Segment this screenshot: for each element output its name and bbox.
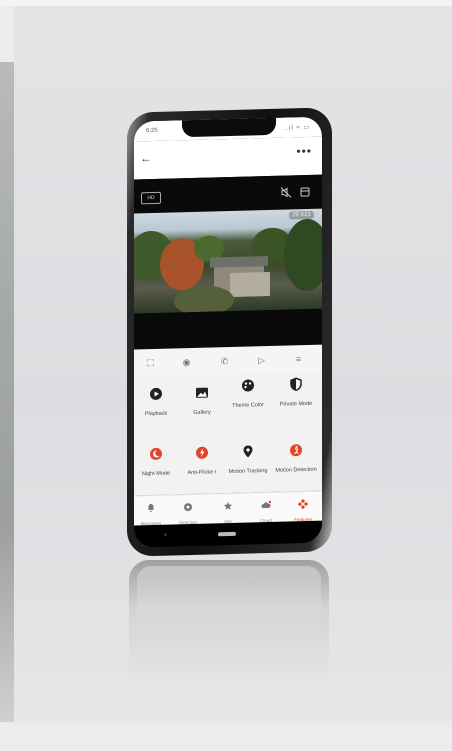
- feature-label: Motion Tracking: [228, 468, 268, 476]
- feature-label: Playback: [144, 410, 168, 418]
- record-icon[interactable]: ▷: [255, 354, 268, 366]
- fullscreen-icon[interactable]: ⛶: [144, 357, 157, 369]
- sd-card-icon[interactable]: [299, 186, 311, 198]
- shrub: [174, 284, 234, 314]
- image-icon: [196, 387, 208, 398]
- anti-flicker-icon: [196, 446, 208, 459]
- feature-night-mode[interactable]: Night Mode: [134, 446, 178, 478]
- feature-private-mode[interactable]: Private Mode: [274, 377, 318, 409]
- star-icon: [223, 501, 233, 510]
- hd-quality-button[interactable]: HD: [141, 191, 161, 205]
- smartphone: 6:25 ..ıl ≈ ▭ ← ••• HD 29 X21 ⛶ ◉ ✆ ▷ ≡ …: [127, 107, 332, 557]
- expand-icon[interactable]: ≡: [292, 353, 305, 365]
- system-navigation-bar: ‹: [134, 520, 322, 548]
- tree: [284, 218, 322, 292]
- play-circle-icon: [150, 387, 162, 400]
- video-area: HD 29 X21: [134, 174, 322, 350]
- cloud-icon: [261, 500, 272, 509]
- phone-reflection: [129, 560, 329, 680]
- nav-direction[interactable]: Direction: [173, 499, 203, 526]
- system-back-icon[interactable]: ‹: [164, 530, 167, 539]
- status-icons: ..ıl ≈ ▭: [283, 124, 310, 132]
- feature-gallery[interactable]: Gallery: [180, 385, 224, 417]
- features-icon: [297, 498, 309, 510]
- house: [230, 271, 270, 297]
- more-options-icon[interactable]: •••: [296, 144, 312, 158]
- motion-detection-icon: [290, 444, 302, 457]
- palette-icon: [242, 379, 254, 392]
- backdrop-left-edge: [0, 62, 14, 722]
- phone-screen: 6:25 ..ıl ≈ ▭ ← ••• HD 29 X21 ⛶ ◉ ✆ ▷ ≡ …: [134, 116, 322, 548]
- status-time: 6:25: [146, 127, 158, 135]
- speaker-mute-icon[interactable]: [280, 186, 292, 198]
- features-grid: Playback Gallery Theme Color Private Mod…: [134, 372, 322, 496]
- location-pin-icon: [243, 445, 253, 458]
- feature-motion-detection[interactable]: Motion Detection: [274, 443, 318, 475]
- video-timestamp: 29 X21: [288, 210, 314, 220]
- bell-icon: [148, 504, 154, 513]
- call-icon[interactable]: ✆: [218, 355, 231, 367]
- direction-icon: [184, 503, 192, 512]
- feature-motion-tracking[interactable]: Motion Tracking: [226, 444, 270, 476]
- nav-cloud[interactable]: Cloud: [251, 497, 281, 524]
- feature-label: Theme Color: [232, 402, 264, 409]
- feature-label: Private Mode: [279, 400, 313, 408]
- nav-features[interactable]: Features: [288, 496, 318, 523]
- private-mode-icon: [290, 377, 302, 392]
- system-home-pill[interactable]: [218, 531, 236, 537]
- reflection-screen: [137, 566, 321, 656]
- notch: [182, 117, 276, 138]
- feature-label: Anti-Flicke r: [187, 469, 217, 477]
- nav-site[interactable]: Site: [213, 498, 243, 525]
- feature-playback[interactable]: Playback: [134, 386, 178, 418]
- feature-label: Night Mode: [141, 470, 171, 478]
- night-mode-icon: [150, 447, 162, 460]
- app-header: ← •••: [134, 136, 322, 180]
- back-arrow-icon[interactable]: ←: [140, 151, 152, 165]
- feature-theme-color[interactable]: Theme Color: [226, 378, 270, 410]
- feature-anti-flicker[interactable]: Anti-Flicke r: [180, 445, 224, 477]
- live-camera-feed[interactable]: 29 X21: [134, 208, 322, 314]
- nav-messages[interactable]: Messages: [136, 500, 166, 527]
- feature-label: Motion Detection: [275, 466, 317, 474]
- screenshot-icon[interactable]: ◉: [180, 356, 193, 368]
- feature-label: Gallery: [193, 409, 211, 416]
